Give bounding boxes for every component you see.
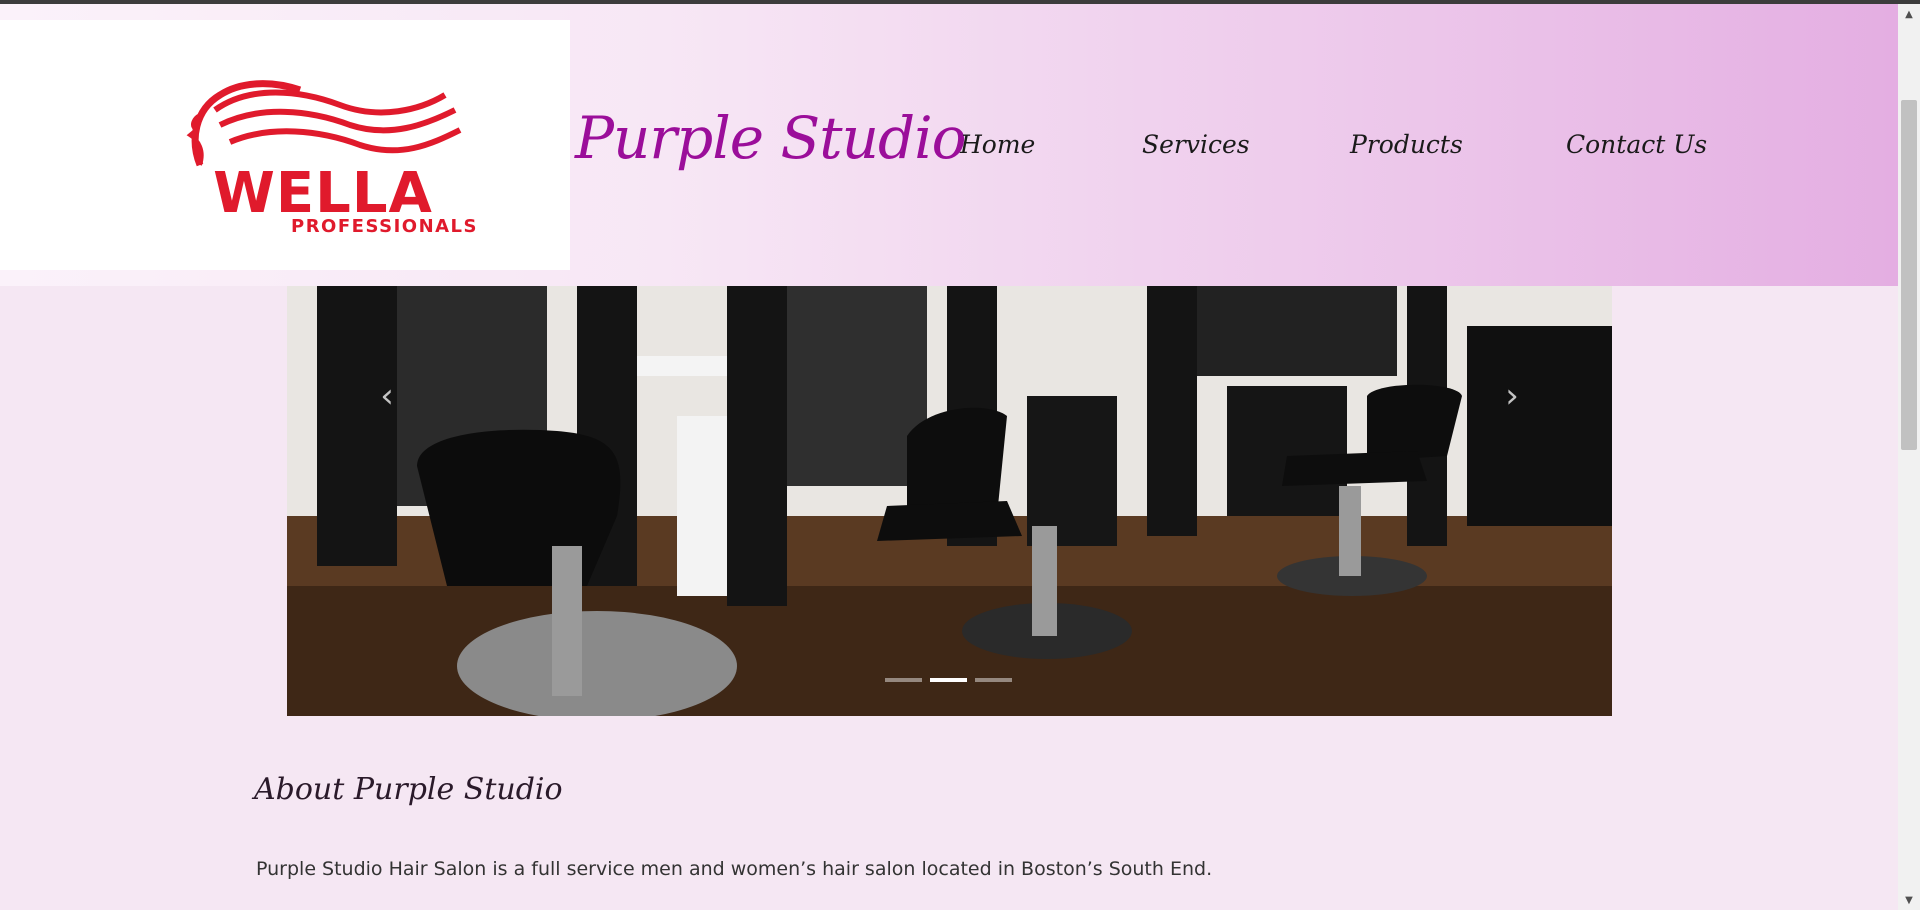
scroll-down-arrow-icon[interactable]: ▼ [1898, 890, 1920, 910]
nav-contact-us[interactable]: Contact Us [1566, 130, 1707, 159]
scroll-up-arrow-icon[interactable]: ▲ [1898, 4, 1920, 24]
hero-carousel: ‹ › [287, 286, 1612, 716]
site-header: WELLA PROFESSIONALS Purple Studio Home S… [0, 4, 1898, 286]
carousel-indicator-1[interactable] [885, 678, 922, 682]
logo-subtitle: PROFESSIONALS [291, 216, 478, 237]
page-scrollbar[interactable]: ▲ ▼ [1898, 4, 1920, 910]
nav-home[interactable]: Home [960, 130, 1035, 159]
about-paragraph: Purple Studio Hair Salon is a full servi… [256, 858, 1213, 880]
carousel-indicator-3[interactable] [975, 678, 1012, 682]
nav-services[interactable]: Services [1142, 130, 1250, 159]
nav-products[interactable]: Products [1350, 130, 1463, 159]
wella-logo[interactable]: WELLA PROFESSIONALS [0, 20, 570, 270]
carousel-indicators [885, 678, 1012, 682]
salon-interior-photo [287, 286, 1612, 716]
site-title[interactable]: Purple Studio [575, 104, 967, 172]
scrollbar-thumb[interactable] [1901, 100, 1917, 450]
logo-name: WELLA [213, 161, 433, 226]
about-heading: About Purple Studio [254, 772, 563, 807]
carousel-prev-button[interactable]: ‹ [367, 366, 407, 426]
carousel-indicator-2[interactable] [930, 678, 967, 682]
carousel-next-button[interactable]: › [1492, 366, 1532, 426]
